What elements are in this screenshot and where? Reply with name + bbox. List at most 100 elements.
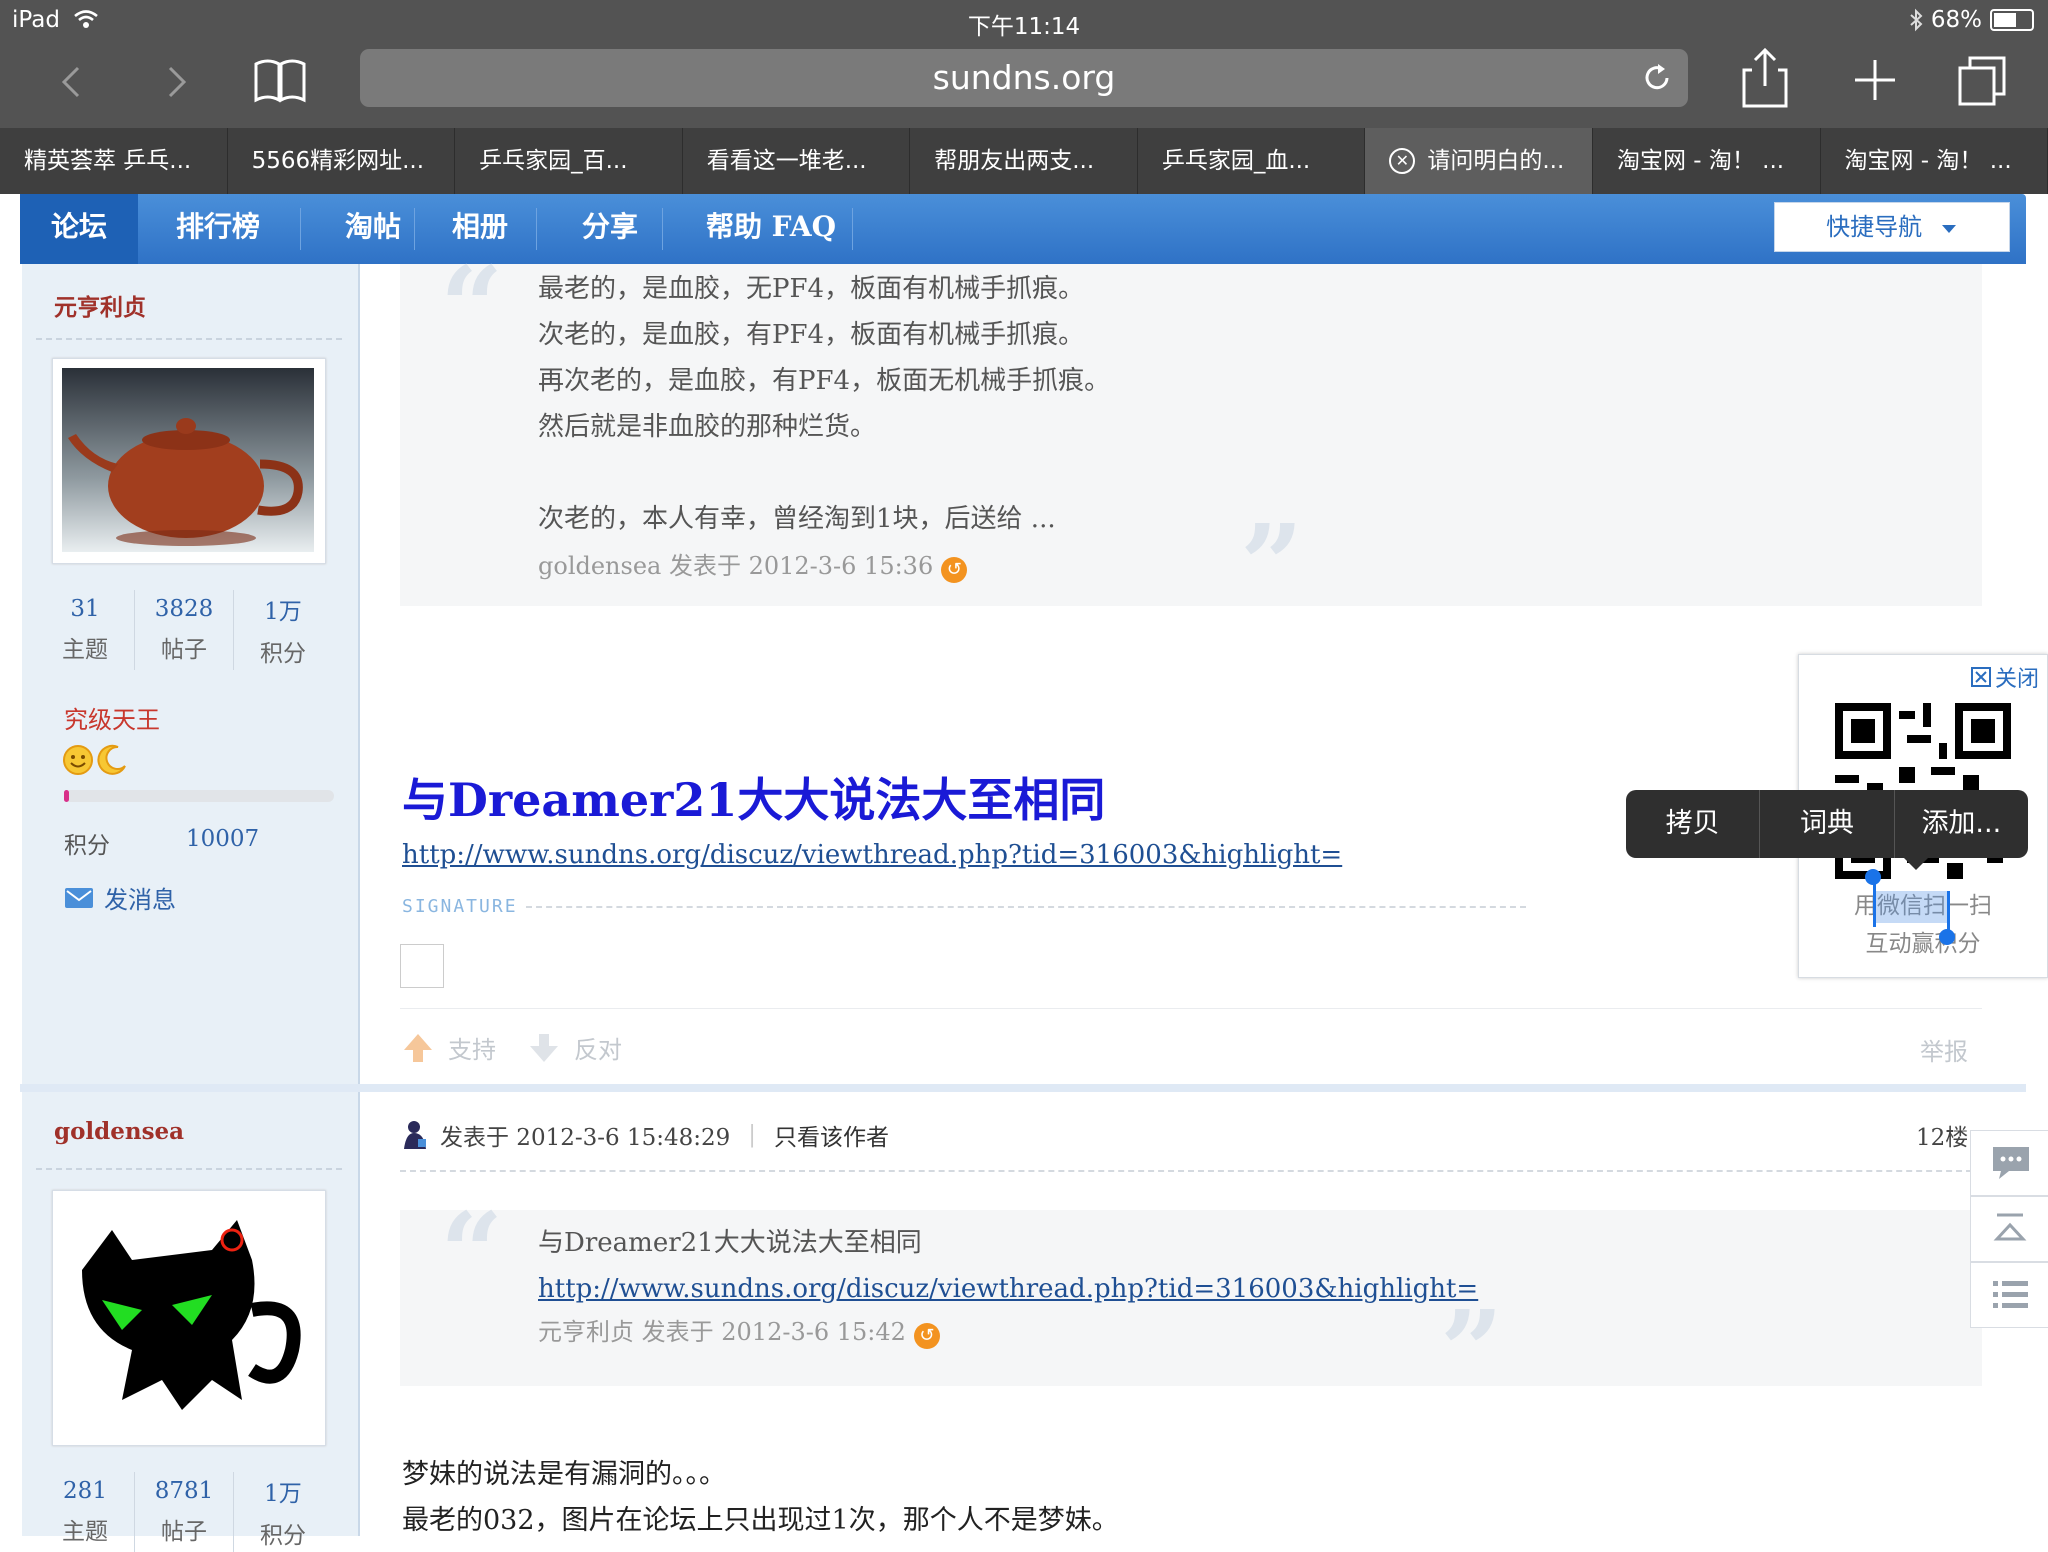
comment-icon: [1971, 1131, 2048, 1195]
tabs-overview-icon[interactable]: [1956, 50, 2010, 110]
selection-handle-start-knob[interactable]: [1865, 869, 1881, 885]
only-author-link[interactable]: 只看该作者: [774, 1118, 889, 1152]
post-separator: [20, 1084, 2026, 1092]
tab[interactable]: 淘宝网 - 淘！ ...: [1821, 128, 2048, 194]
nav-share[interactable]: 分享: [546, 194, 674, 264]
menu-copy[interactable]: 拷贝: [1626, 790, 1760, 858]
close-quote-icon: ”: [1240, 500, 1303, 629]
rank-title[interactable]: 究级天王: [64, 700, 160, 735]
tab[interactable]: 乒乓家园_血...: [1138, 128, 1366, 194]
tab-active[interactable]: ✕请问明白的...: [1365, 128, 1593, 194]
list-view-button[interactable]: [1970, 1262, 2048, 1328]
nav-separator: [414, 208, 415, 250]
tab[interactable]: 帮朋友出两支...: [910, 128, 1138, 194]
caret-down-icon: [1940, 223, 1958, 235]
tab[interactable]: 乒乓家园_百...: [455, 128, 683, 194]
jump-to-post-icon[interactable]: ↺: [941, 557, 967, 583]
bookmarks-icon[interactable]: [250, 50, 310, 110]
envelope-icon: [64, 886, 94, 910]
quote-line: 次老的，本人有幸，曾经淘到1块，后送给 ...: [538, 496, 1110, 542]
report-link[interactable]: 举报: [1920, 1032, 1968, 1067]
divider: [36, 1168, 342, 1170]
nav-forum[interactable]: 论坛: [20, 194, 138, 264]
qr-close-label: 关闭: [1995, 661, 2039, 693]
forward-icon[interactable]: [156, 50, 196, 110]
teapot-image: [62, 368, 314, 552]
stat-topics[interactable]: 31主题: [36, 596, 134, 664]
post-body-line: 梦妹的说法是有漏洞的。。。: [402, 1452, 1119, 1498]
tab-label: 淘宝网 - 淘！ ...: [1845, 128, 2012, 194]
stat-posts[interactable]: 3828帖子: [135, 596, 233, 664]
divider: [400, 1170, 1982, 1172]
open-quote-icon: “: [440, 1188, 503, 1317]
qr-caption-line: 互动赢积分: [1799, 925, 2047, 963]
tab[interactable]: 看看这一堆老...: [683, 128, 911, 194]
tab-bar: 精英荟萃 乒乓... 5566精彩网址... 乒乓家园_百... 看看这一堆老.…: [0, 128, 2048, 194]
new-tab-icon[interactable]: [1850, 50, 1900, 110]
quick-nav-label: 快捷导航: [1826, 213, 1922, 241]
quote-line: 次老的，是血胶，有PF4，板面有机械手抓痕。: [538, 312, 1110, 358]
rank-icons: [62, 744, 128, 776]
close-icon: [1971, 667, 1991, 687]
battery-percent: 68%: [1931, 7, 1982, 33]
send-message-link[interactable]: 发消息: [64, 880, 176, 915]
moon-icon: [96, 744, 128, 776]
support-button[interactable]: 支持: [448, 1030, 496, 1065]
author-stats: 31主题 3828帖子 1万积分: [36, 590, 332, 670]
author-name[interactable]: goldensea: [54, 1118, 184, 1145]
forum-nav: 论坛 排行榜 淘帖 相册 分享 帮助 FAQ 快捷导航: [20, 194, 2026, 264]
post-body-title: 与Dreamer21大大说法大至相同: [402, 764, 1105, 830]
tab-label: 帮朋友出两支...: [934, 128, 1094, 194]
nav-separator: [852, 208, 853, 250]
floor-number[interactable]: 12楼: [1916, 1118, 1968, 1152]
avatar[interactable]: [52, 1190, 326, 1446]
quote-line: 然后就是非血胶的那种烂货。: [538, 404, 1110, 450]
quote-link[interactable]: http://www.sundns.org/discuz/viewthread.…: [538, 1274, 1478, 1304]
post-body-line: 最老的032，图片在论坛上只出现过1次，那个人不是梦妹。: [402, 1498, 1119, 1544]
menu-dictionary[interactable]: 词典: [1760, 790, 1894, 858]
reply-side-button[interactable]: [1970, 1130, 2048, 1196]
quote-meta: 元亨利贞 发表于 2012-3-6 15:42: [538, 1318, 906, 1346]
tab-label: 5566精彩网址...: [252, 128, 424, 194]
stat-points[interactable]: 1万积分: [234, 1474, 332, 1550]
rank-progress-bar: [64, 790, 334, 802]
close-tab-icon[interactable]: ✕: [1389, 148, 1415, 174]
status-bar: iPad 下午11:14 68%: [0, 0, 2048, 42]
nav-separator: [662, 208, 663, 250]
nav-help-faq[interactable]: 帮助 FAQ: [676, 194, 866, 264]
reload-icon[interactable]: [1640, 61, 1674, 95]
menu-add[interactable]: 添加...: [1895, 790, 2028, 858]
tab-label: 乒乓家园_百...: [479, 128, 627, 194]
selection-handle-end-knob[interactable]: [1939, 929, 1955, 945]
back-icon[interactable]: [52, 50, 92, 110]
post-body-link[interactable]: http://www.sundns.org/discuz/viewthread.…: [402, 840, 1342, 870]
divider: [36, 338, 342, 340]
signature-image-placeholder: [400, 944, 444, 988]
share-icon[interactable]: [1740, 46, 1790, 112]
quote-text: 最老的，是血胶，无PF4，板面有机械手抓痕。 次老的，是血胶，有PF4，板面有机…: [538, 266, 1110, 583]
back-to-top-button[interactable]: [1970, 1196, 2048, 1262]
quick-nav-button[interactable]: 快捷导航: [1774, 202, 2010, 252]
status-time: 下午11:14: [0, 7, 2048, 41]
oppose-button[interactable]: 反对: [574, 1030, 622, 1065]
text-selection-highlight: [1875, 891, 1949, 923]
vote-bar: 支持 反对: [402, 1030, 622, 1065]
list-icon: [1971, 1263, 2048, 1327]
status-right: 68%: [1909, 7, 2034, 33]
nav-leaderboard[interactable]: 排行榜: [148, 194, 288, 264]
jump-to-post-icon[interactable]: ↺: [914, 1323, 940, 1349]
address-bar[interactable]: sundns.org: [360, 49, 1688, 107]
browser-toolbar: sundns.org: [0, 42, 2048, 128]
tab[interactable]: 淘宝网 - 淘！ ...: [1593, 128, 1821, 194]
stat-points[interactable]: 1万积分: [234, 592, 332, 668]
author-name[interactable]: 元亨利贞: [54, 288, 146, 322]
thumb-up-icon[interactable]: [402, 1032, 434, 1064]
thumb-down-icon[interactable]: [528, 1032, 560, 1064]
avatar[interactable]: [52, 358, 326, 564]
text-context-menu: 拷贝 词典 添加...: [1626, 790, 2028, 858]
tab[interactable]: 精英荟萃 乒乓...: [0, 128, 228, 194]
tab[interactable]: 5566精彩网址...: [228, 128, 456, 194]
quote-line: 最老的，是血胶，无PF4，板面有机械手抓痕。: [538, 266, 1110, 312]
nav-taotie[interactable]: 淘帖: [310, 194, 436, 264]
qr-close-button[interactable]: 关闭: [1971, 661, 2039, 693]
